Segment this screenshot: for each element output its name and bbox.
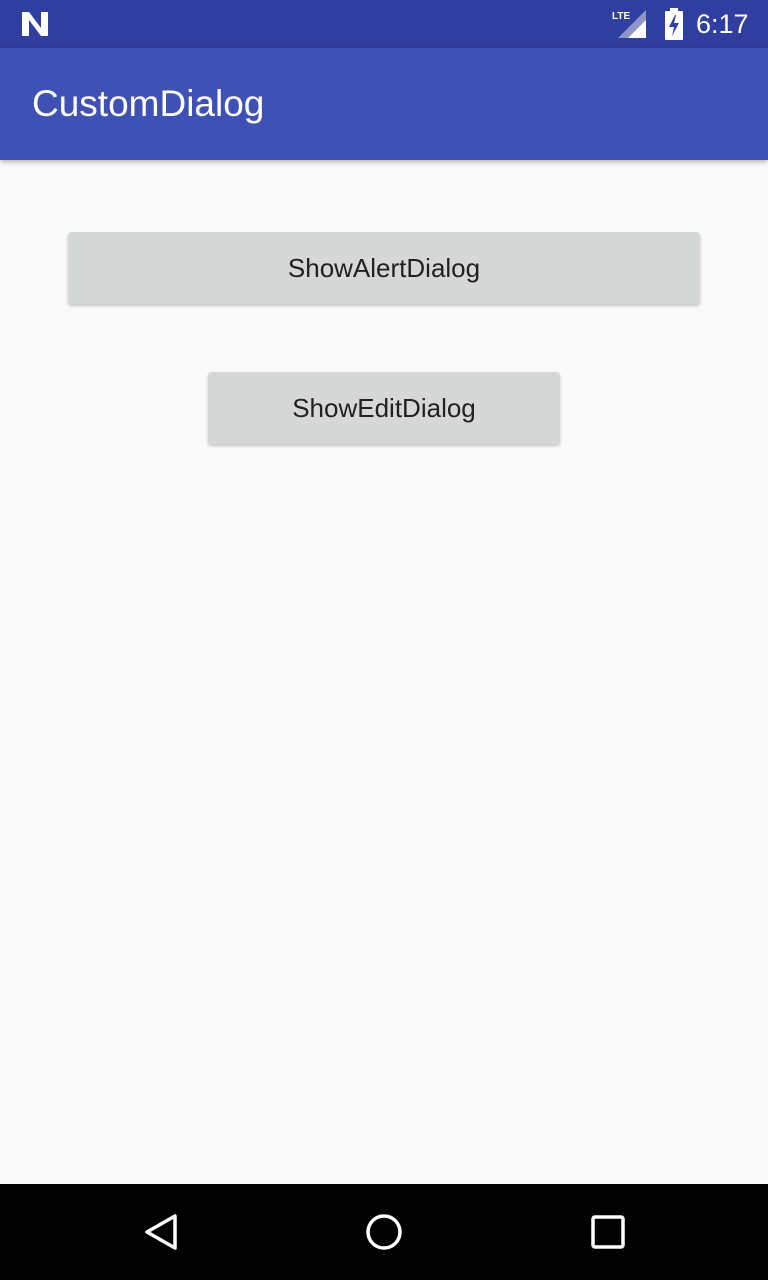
battery-charging-icon xyxy=(665,8,683,40)
navigation-bar xyxy=(0,1184,768,1280)
show-alert-dialog-button[interactable]: ShowAlertDialog xyxy=(68,232,700,304)
app-title: CustomDialog xyxy=(32,83,265,124)
back-icon[interactable] xyxy=(141,1212,181,1252)
home-icon[interactable] xyxy=(364,1212,404,1252)
app-bar: CustomDialog xyxy=(0,48,768,160)
show-edit-dialog-button[interactable]: ShowEditDialog xyxy=(208,372,560,444)
status-bar: LTE 6:17 xyxy=(0,0,768,48)
network-type-label: LTE xyxy=(612,11,630,22)
notification-n-icon xyxy=(22,12,48,36)
status-clock: 6:17 xyxy=(696,9,749,39)
lte-signal-icon: LTE xyxy=(612,10,646,38)
recent-apps-icon[interactable] xyxy=(588,1212,628,1252)
